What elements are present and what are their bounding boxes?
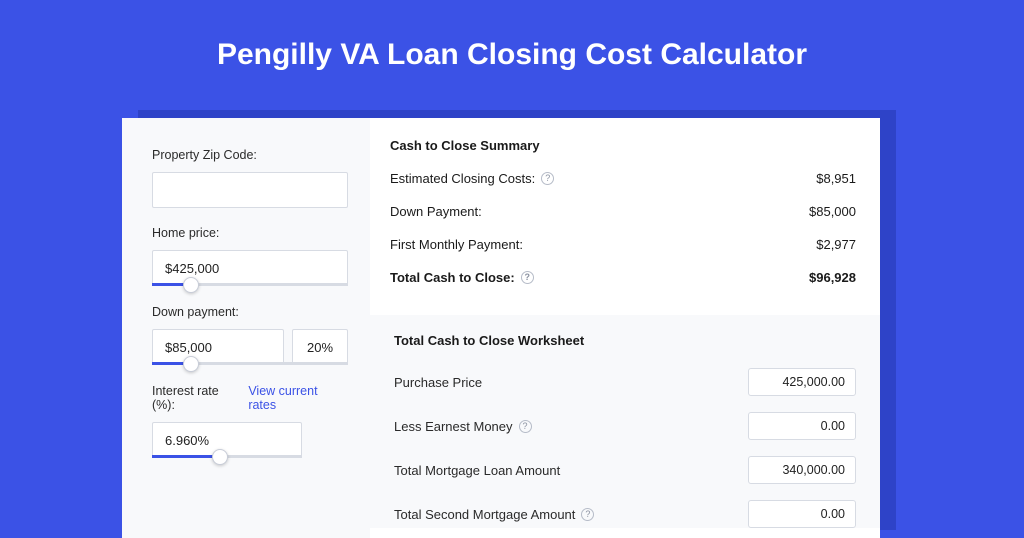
calculator-card: Property Zip Code: Home price: Down paym… <box>122 118 880 538</box>
summary-label: First Monthly Payment: <box>390 237 523 252</box>
zip-field-group: Property Zip Code: <box>152 148 348 208</box>
worksheet-row-mortgage-amount: Total Mortgage Loan Amount <box>394 456 856 484</box>
interest-rate-label: Interest rate (%): <box>152 384 244 412</box>
summary-row-first-payment: First Monthly Payment: $2,977 <box>390 237 856 252</box>
inputs-panel: Property Zip Code: Home price: Down paym… <box>122 118 370 538</box>
summary-value: $2,977 <box>816 237 856 252</box>
help-icon[interactable]: ? <box>581 508 594 521</box>
home-price-field-group: Home price: <box>152 226 348 287</box>
worksheet-input-purchase-price[interactable] <box>748 368 856 396</box>
slider-track <box>152 362 348 365</box>
worksheet-row-earnest-money: Less Earnest Money ? <box>394 412 856 440</box>
help-icon[interactable]: ? <box>521 271 534 284</box>
slider-thumb-icon[interactable] <box>183 356 199 372</box>
slider-track <box>152 283 348 286</box>
slider-fill <box>152 455 220 458</box>
worksheet-row-purchase-price: Purchase Price <box>394 368 856 396</box>
down-payment-field-group: Down payment: 20% <box>152 305 348 366</box>
summary-row-down-payment: Down Payment: $85,000 <box>390 204 856 219</box>
summary-total-label: Total Cash to Close: <box>390 270 515 285</box>
worksheet-label: Purchase Price <box>394 375 482 390</box>
summary-row-closing-costs: Estimated Closing Costs: ? $8,951 <box>390 171 856 186</box>
down-payment-input[interactable] <box>152 329 284 365</box>
summary-value: $85,000 <box>809 204 856 219</box>
slider-thumb-icon[interactable] <box>183 277 199 293</box>
down-payment-label: Down payment: <box>152 305 348 319</box>
worksheet-section: Total Cash to Close Worksheet Purchase P… <box>370 315 880 528</box>
interest-rate-slider[interactable] <box>152 456 302 459</box>
summary-label: Down Payment: <box>390 204 482 219</box>
worksheet-input-earnest-money[interactable] <box>748 412 856 440</box>
home-price-label: Home price: <box>152 226 348 240</box>
down-payment-slider[interactable] <box>152 363 348 366</box>
summary-label: Estimated Closing Costs: <box>390 171 535 186</box>
zip-label: Property Zip Code: <box>152 148 348 162</box>
home-price-input[interactable] <box>152 250 348 286</box>
help-icon[interactable]: ? <box>541 172 554 185</box>
interest-field-group: Interest rate (%): View current rates <box>152 384 348 459</box>
worksheet-label: Total Mortgage Loan Amount <box>394 463 560 478</box>
worksheet-title: Total Cash to Close Worksheet <box>394 333 856 348</box>
zip-input[interactable] <box>152 172 348 208</box>
help-icon[interactable]: ? <box>519 420 532 433</box>
worksheet-row-second-mortgage: Total Second Mortgage Amount ? <box>394 500 856 528</box>
page-title: Pengilly VA Loan Closing Cost Calculator <box>0 0 1024 100</box>
worksheet-input-second-mortgage[interactable] <box>748 500 856 528</box>
worksheet-label: Less Earnest Money <box>394 419 513 434</box>
summary-row-total: Total Cash to Close: ? $96,928 <box>390 270 856 285</box>
summary-section: Cash to Close Summary Estimated Closing … <box>390 138 856 315</box>
summary-value: $8,951 <box>816 171 856 186</box>
results-panel: Cash to Close Summary Estimated Closing … <box>370 118 880 538</box>
down-payment-pct[interactable]: 20% <box>292 329 348 365</box>
view-rates-link[interactable]: View current rates <box>248 384 348 412</box>
summary-total-value: $96,928 <box>809 270 856 285</box>
home-price-slider[interactable] <box>152 284 348 287</box>
worksheet-input-mortgage-amount[interactable] <box>748 456 856 484</box>
worksheet-label: Total Second Mortgage Amount <box>394 507 575 522</box>
slider-thumb-icon[interactable] <box>212 449 228 465</box>
summary-title: Cash to Close Summary <box>390 138 856 153</box>
